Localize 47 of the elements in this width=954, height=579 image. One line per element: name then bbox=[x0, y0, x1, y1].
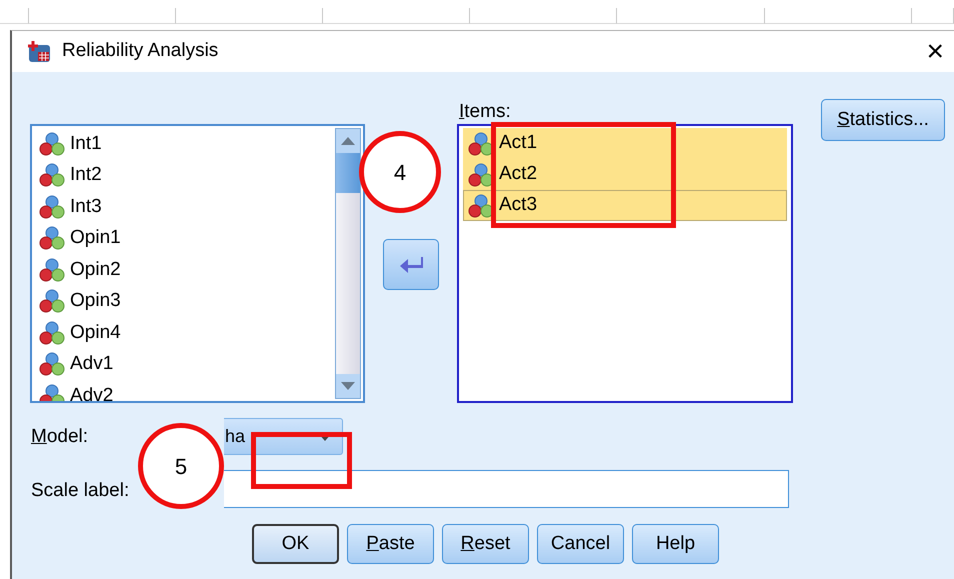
item-row[interactable]: Act3 bbox=[463, 190, 787, 221]
spheres-icon bbox=[39, 194, 65, 219]
spheres-icon bbox=[39, 132, 65, 156]
item-row[interactable]: Act2 bbox=[463, 159, 787, 190]
variable-list[interactable]: Int1 Int2 Int3 Opin1 Opin2 Opin3 Opin4 Adv1 Adv2 bbox=[30, 124, 365, 403]
dialog-button[interactable]: Cancel bbox=[537, 524, 624, 564]
variable-item[interactable]: Int2 bbox=[39, 160, 333, 191]
variable-item[interactable]: Opin3 bbox=[39, 286, 333, 317]
dialog-button[interactable]: Help bbox=[632, 524, 719, 564]
items-label: Items: bbox=[459, 100, 512, 124]
variable-item[interactable]: Adv2 bbox=[39, 380, 333, 401]
close-button[interactable]: × bbox=[926, 36, 944, 66]
dialog-button[interactable]: OK bbox=[252, 524, 339, 564]
item-row[interactable]: Act1 bbox=[463, 128, 787, 159]
variable-item[interactable]: Adv1 bbox=[39, 348, 333, 380]
model-label: Model: bbox=[31, 425, 90, 450]
items-list[interactable]: Act1 Act2 Act3 bbox=[457, 124, 793, 403]
spheres-icon bbox=[39, 352, 65, 376]
scrollbar-thumb[interactable] bbox=[336, 153, 360, 193]
spheres-icon bbox=[39, 384, 65, 401]
spheres-icon bbox=[39, 163, 65, 188]
variable-item[interactable]: Opin2 bbox=[39, 254, 333, 286]
up-arrow-icon[interactable] bbox=[341, 137, 355, 145]
spheres-icon bbox=[468, 132, 494, 156]
spheres-icon bbox=[468, 162, 494, 186]
dialog-button[interactable]: Reset bbox=[442, 524, 529, 564]
dialog-button[interactable]: Paste bbox=[347, 524, 434, 564]
spheres-icon bbox=[39, 258, 65, 282]
down-arrow-icon[interactable] bbox=[341, 382, 355, 390]
variable-item[interactable]: Int1 bbox=[39, 128, 333, 160]
sheet-cell bbox=[912, 8, 954, 24]
variable-item[interactable]: Int3 bbox=[39, 191, 333, 222]
spheres-icon bbox=[39, 289, 65, 314]
scale-label: Scale label: bbox=[31, 478, 130, 503]
sheet-cell bbox=[0, 8, 29, 24]
return-arrow-icon bbox=[399, 254, 423, 274]
scale-label-field[interactable] bbox=[224, 470, 789, 508]
statistics-button[interactable]: Statistics... bbox=[821, 99, 945, 141]
window-title: Reliability Analysis bbox=[62, 39, 218, 64]
table-icon bbox=[26, 40, 52, 64]
move-button[interactable] bbox=[383, 239, 439, 290]
variable-item[interactable]: Opin1 bbox=[39, 222, 333, 254]
scrollbar[interactable] bbox=[335, 128, 361, 399]
spheres-icon bbox=[39, 226, 65, 250]
spheres-icon bbox=[39, 320, 65, 345]
variable-item[interactable]: Opin4 bbox=[39, 317, 333, 348]
spheres-icon bbox=[468, 194, 494, 218]
